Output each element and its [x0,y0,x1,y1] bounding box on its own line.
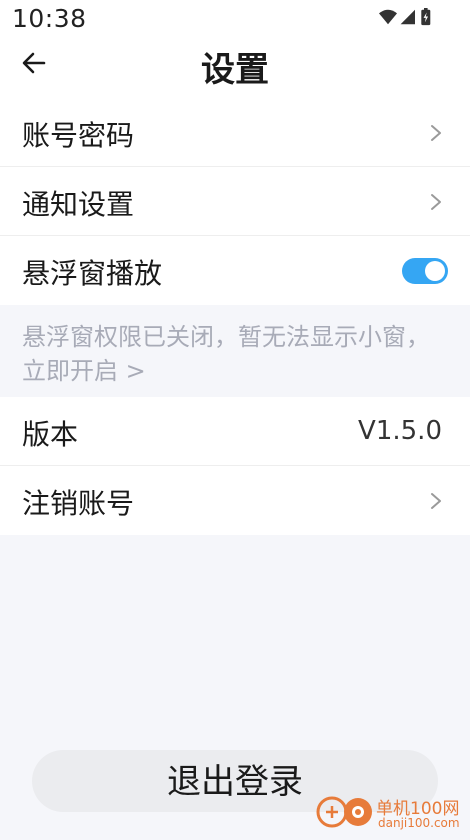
settings-row-delete-account[interactable]: 注销账号 [0,466,470,535]
row-label: 注销账号 [22,487,135,520]
chevron-right-icon [431,125,441,141]
floating-window-toggle[interactable] [402,258,448,284]
row-label: 悬浮窗播放 [22,257,163,290]
settings-row-account-password[interactable]: 账号密码 [0,98,470,167]
page-title: 设置 [201,50,269,90]
toggle-knob [425,261,445,281]
status-bar: 10:38 [0,0,470,40]
status-time: 10:38 [12,4,87,33]
settings-row-notification[interactable]: 通知设置 [0,167,470,236]
watermark-url: danji100.com [378,816,460,830]
row-label: 版本 [22,418,79,451]
permission-notice: 悬浮窗权限已关闭，暂无法显示小窗， 立即开启 > [0,306,470,397]
battery-icon [421,8,431,26]
notice-text: 悬浮窗权限已关闭，暂无法显示小窗， [22,323,430,351]
settings-group-1: 账号密码 通知设置 悬浮窗播放 [0,98,470,305]
chevron-right-icon [431,194,441,210]
settings-row-floating-window: 悬浮窗播放 [0,236,470,305]
version-value: V1.5.0 [358,416,442,446]
signal-icon [400,9,415,25]
watermark: 单机100网 danji100.com [316,790,466,836]
wifi-icon [379,9,397,25]
row-label: 账号密码 [22,119,135,152]
enable-permission-link[interactable]: 立即开启 > [22,357,146,385]
row-label: 通知设置 [22,188,135,221]
chevron-right-icon [431,493,441,509]
settings-row-version: 版本 V1.5.0 [0,397,470,466]
status-icons [379,8,431,26]
settings-group-2: 版本 V1.5.0 注销账号 [0,397,470,535]
header: 设置 [0,40,470,98]
watermark-logo-icon [316,796,372,828]
